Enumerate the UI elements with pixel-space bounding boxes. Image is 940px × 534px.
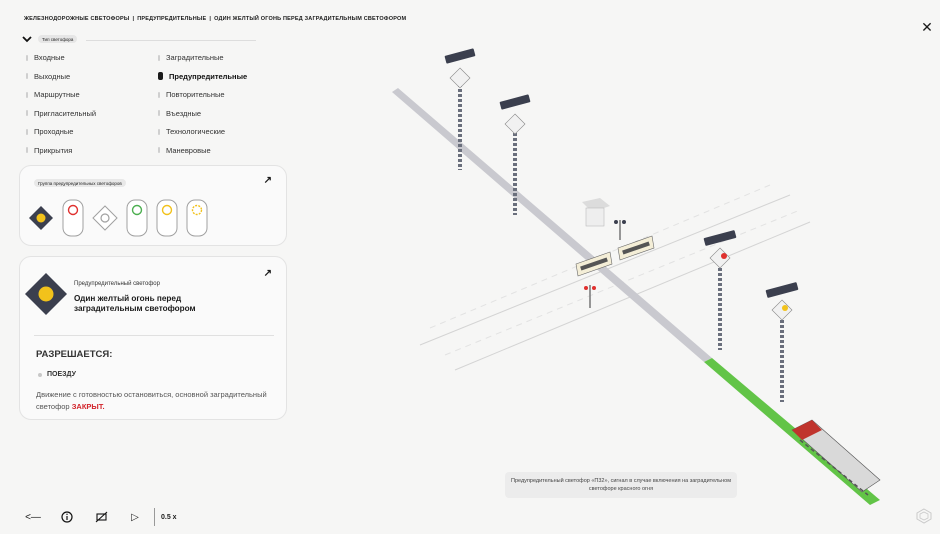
app-window: ЖЕЛЕЗНОДОРОЖНЫЕ СВЕТОФОРЫ | ПРЕДУПРЕДИТЕ… <box>0 0 940 534</box>
playback-controls: <— ▷ 0.5 x <box>24 508 177 526</box>
yellow-diamond-signal-icon[interactable] <box>28 205 54 231</box>
yellow-diamond-signal-icon <box>25 273 67 315</box>
type-item-label: Заградительные <box>166 53 224 62</box>
marker-icon <box>158 54 160 61</box>
label-off-icon <box>95 511 107 523</box>
guard-booth <box>582 198 610 227</box>
type-toggle-label: Тип светофора <box>38 35 78 43</box>
yellow-oval-signal-icon[interactable] <box>156 199 178 237</box>
type-item-marshrutnye[interactable]: Маршрутные <box>26 89 158 100</box>
info-description: Движение с готовностью остановиться, осн… <box>36 389 276 413</box>
type-item-vezdnye[interactable]: Въездные <box>158 108 290 119</box>
type-item-label: Въездные <box>166 108 202 118</box>
yellow-flash-oval-signal-icon[interactable] <box>186 199 208 237</box>
signal-group-card: Группа предупредительных светофоров ↗ <box>19 165 287 246</box>
type-item-label: Пригласительный <box>34 108 97 118</box>
type-item-predupreditelnye[interactable]: Предупредительные <box>158 71 290 82</box>
info-button[interactable] <box>58 509 76 525</box>
info-icon <box>61 511 73 523</box>
marker-icon <box>158 147 160 154</box>
marker-icon <box>26 147 28 154</box>
marker-icon <box>26 91 28 98</box>
close-button[interactable]: ✕ <box>920 20 934 34</box>
type-item-priglasitelnyi[interactable]: Пригласительный <box>26 108 158 119</box>
scene-caption: Предупредительный светофор «П32», сигнал… <box>505 472 737 498</box>
chevron-down-icon <box>22 35 32 42</box>
breadcrumb-item[interactable]: ОДИН ЖЕЛТЫЙ ОГОНЬ ПЕРЕД ЗАГРАДИТЕЛЬНЫМ С… <box>214 16 406 22</box>
crossing-barrier <box>614 220 626 240</box>
speed-selector[interactable]: 0.5 x <box>161 514 177 521</box>
allowed-heading: РАЗРЕШАЕТСЯ: <box>36 349 113 360</box>
marker-icon <box>26 73 28 80</box>
railway-track <box>392 88 712 362</box>
type-item-label: Прикрытия <box>34 145 73 155</box>
type-item-label: Маршрутные <box>34 90 80 100</box>
hide-labels-button[interactable] <box>92 509 110 525</box>
green-oval-signal-icon[interactable] <box>126 199 148 237</box>
crossing-barrier <box>584 285 596 308</box>
play-button[interactable]: ▷ <box>126 509 144 525</box>
type-item-prohodnye[interactable]: Проходные <box>26 126 158 137</box>
marker-icon <box>26 54 28 61</box>
signal-options <box>28 199 208 237</box>
expand-arrow-icon[interactable]: ↗ <box>264 268 272 279</box>
type-item-tehnologicheskie[interactable]: Технологические <box>158 126 290 137</box>
type-item-label: Выходные <box>34 71 71 81</box>
bus <box>617 235 655 261</box>
type-item-label: Предупредительные <box>169 71 248 81</box>
signal-type-list: Входные Заградительные Выходные Предупре… <box>26 52 290 156</box>
type-toggle[interactable]: Тип светофора <box>22 35 78 43</box>
marker-icon <box>26 110 28 117</box>
train <box>791 419 881 496</box>
info-subtitle: Предупредительный светофор <box>74 281 160 287</box>
allowed-for: ПОЕЗДУ <box>38 371 76 378</box>
type-item-vyhodnye[interactable]: Выходные <box>26 71 158 82</box>
marker-icon <box>158 91 160 98</box>
allowed-for-label: ПОЕЗДУ <box>47 371 76 378</box>
type-item-vhodnye[interactable]: Входные <box>26 52 158 63</box>
red-oval-signal-icon[interactable] <box>62 199 84 237</box>
info-title: Один желтый огонь перед заградительным с… <box>74 294 196 313</box>
breadcrumb-separator: | <box>209 16 212 22</box>
breadcrumb-item[interactable]: ЖЕЛЕЗНОДОРОЖНЫЕ СВЕТОФОРЫ <box>24 16 129 22</box>
divider <box>154 508 155 526</box>
marker-icon <box>26 128 28 135</box>
type-item-label: Маневровые <box>166 145 211 155</box>
type-item-label: Входные <box>34 53 65 62</box>
type-item-povtoritelnye[interactable]: Повторительные <box>158 89 290 100</box>
type-item-prikrytiya[interactable]: Прикрытия <box>26 145 158 156</box>
breadcrumb-separator: | <box>132 16 135 22</box>
divider <box>34 335 274 336</box>
type-item-manevrovye[interactable]: Маневровые <box>158 145 290 156</box>
marker-icon <box>158 110 160 117</box>
white-diamond-signal-icon[interactable] <box>92 205 118 231</box>
breadcrumb: ЖЕЛЕЗНОДОРОЖНЫЕ СВЕТОФОРЫ | ПРЕДУПРЕДИТЕ… <box>24 16 406 22</box>
divider <box>86 40 256 41</box>
marker-icon <box>158 128 160 135</box>
type-item-zagraditelnye[interactable]: Заградительные <box>158 52 290 63</box>
description-text: Движение с готовностью остановиться, осн… <box>36 390 267 411</box>
type-item-label: Проходные <box>34 127 74 137</box>
signal-post <box>703 230 737 350</box>
expand-arrow-icon[interactable]: ↗ <box>264 175 272 186</box>
back-button[interactable]: <— <box>24 509 42 525</box>
signal-post <box>765 282 799 402</box>
type-item-label: Технологические <box>166 127 226 137</box>
bullet-icon <box>38 372 42 377</box>
logo-icon <box>916 508 932 524</box>
signal-info-card: ↗ Предупредительный светофор Один желтый… <box>19 256 287 420</box>
group-label: Группа предупредительных светофоров <box>34 179 126 187</box>
closed-status: ЗАКРЫТ. <box>71 402 105 411</box>
marker-icon <box>158 72 163 81</box>
type-item-label: Повторительные <box>166 90 225 100</box>
breadcrumb-item[interactable]: ПРЕДУПРЕДИТЕЛЬНЫЕ <box>137 16 206 22</box>
